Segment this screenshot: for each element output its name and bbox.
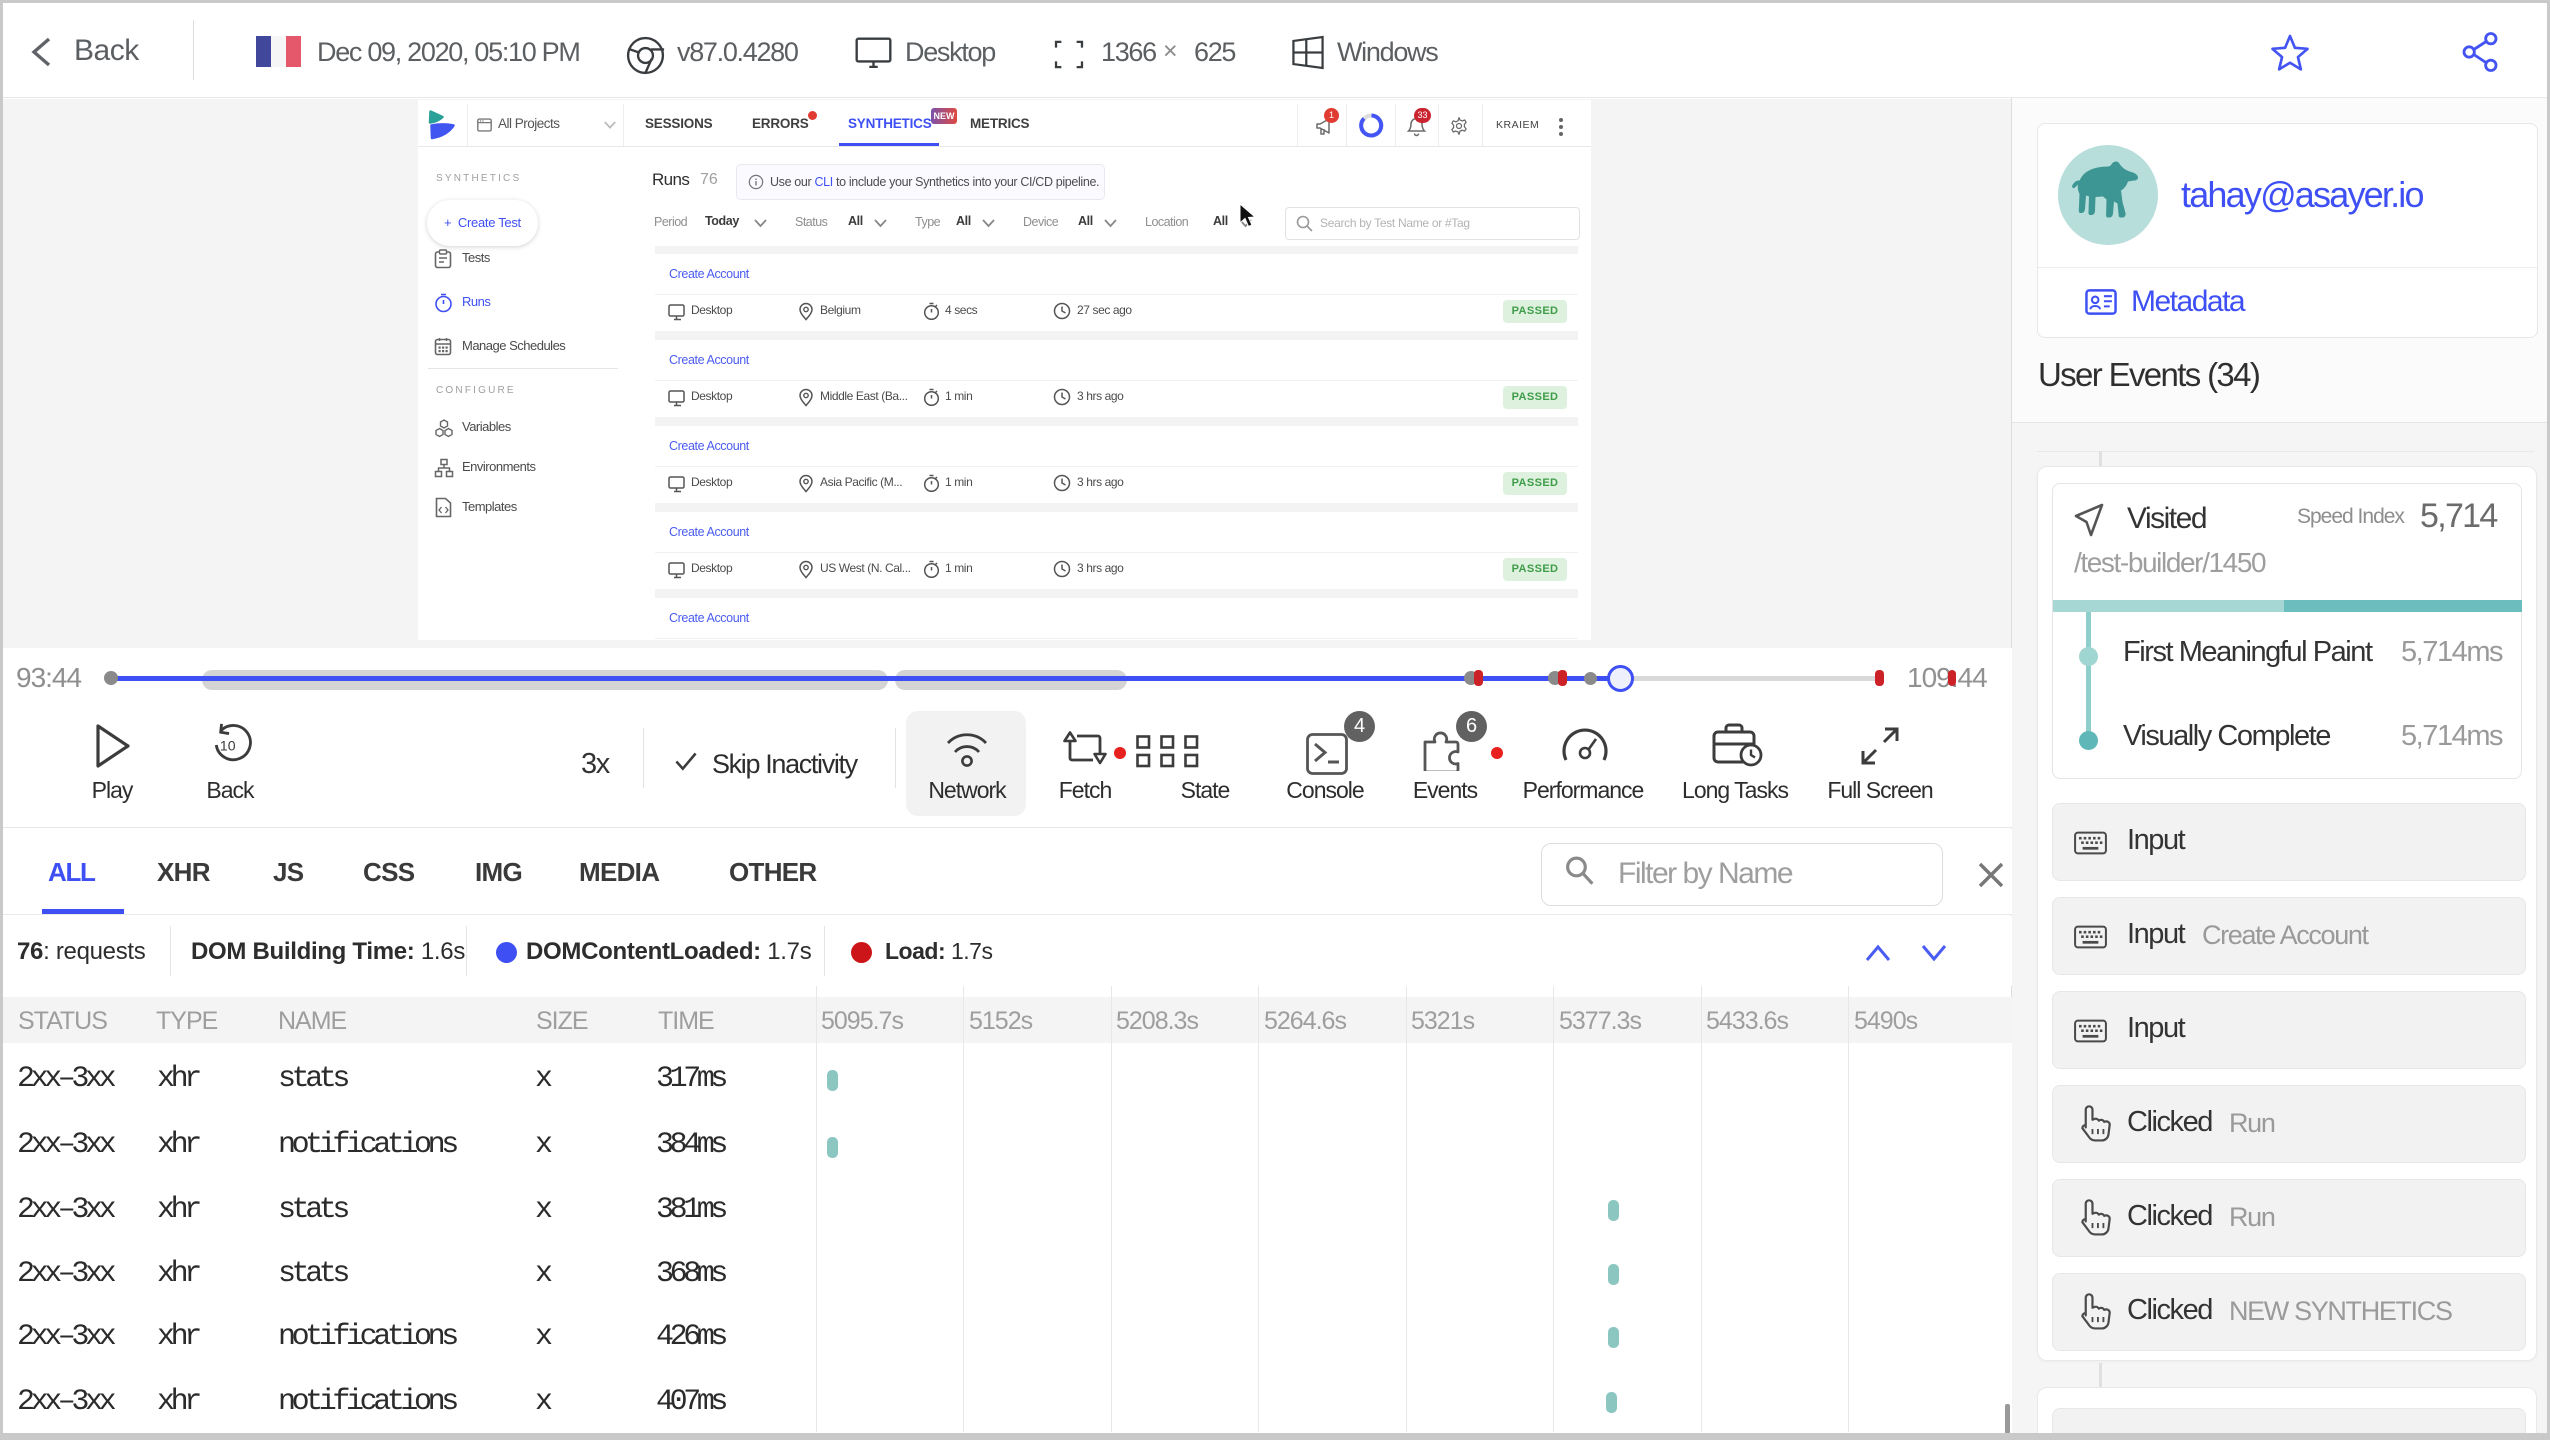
svg-text:10: 10	[220, 737, 236, 753]
